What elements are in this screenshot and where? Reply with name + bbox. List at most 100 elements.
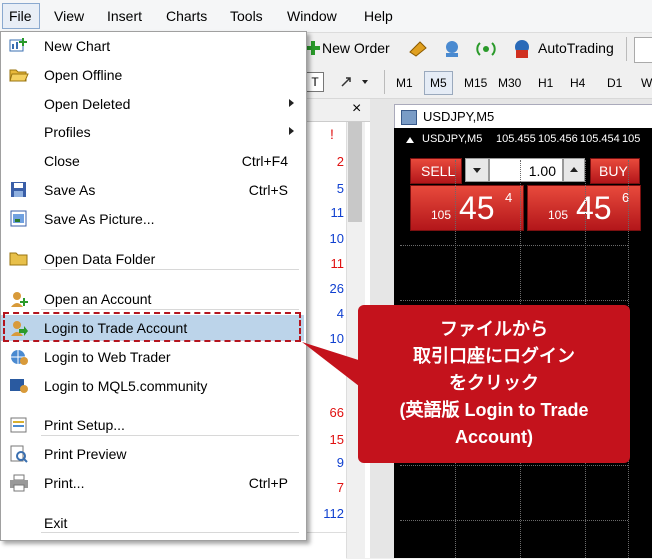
collapse-icon[interactable] — [406, 137, 414, 143]
menu-separator — [41, 435, 299, 436]
chart-window-icon — [401, 110, 417, 125]
menu-item-save-as-picture[interactable]: Save As Picture... — [1, 206, 304, 232]
arrow-up-icon — [570, 167, 578, 172]
toolbar-combo[interactable] — [634, 37, 652, 63]
grid-line — [400, 465, 628, 466]
objects-dropdown-icon[interactable] — [340, 74, 370, 90]
folder-open-icon — [9, 66, 29, 84]
menu-item-label: Save As Picture... — [44, 211, 155, 227]
sell-label: SELL — [421, 163, 456, 179]
menu-item-profiles[interactable]: Profiles — [1, 119, 304, 145]
menu-item-close[interactable]: Close Ctrl+F4 — [1, 148, 304, 174]
menu-help[interactable]: Help — [364, 8, 393, 24]
menu-item-open-deleted[interactable]: Open Deleted — [1, 91, 304, 117]
menu-file[interactable]: File — [2, 3, 40, 29]
menu-item-label: Print Preview — [44, 446, 127, 462]
market-watch-header: × — [300, 99, 370, 122]
sell-price-panel[interactable]: 105 45 4 — [410, 185, 524, 231]
new-order-icon — [306, 41, 320, 55]
one-click-panel: USDJPY,M5 105.455 105.456 105.454 105 — [400, 131, 652, 158]
timeframe-m15[interactable]: M15 — [464, 76, 487, 90]
menu-item-open-offline[interactable]: Open Offline — [1, 62, 304, 88]
toolbar-divider — [626, 37, 627, 61]
menu-file-label: File — [9, 8, 32, 24]
new-order-button[interactable]: New Order — [322, 40, 390, 56]
print-setup-icon — [9, 416, 29, 434]
menu-view[interactable]: View — [54, 8, 84, 24]
timeframe-h4[interactable]: H4 — [570, 76, 585, 90]
buy-button[interactable]: BUY — [590, 158, 640, 184]
menu-item-label: Profiles — [44, 124, 91, 140]
timeframe-m30[interactable]: M30 — [498, 76, 521, 90]
buy-price-panel[interactable]: 105 45 6 — [527, 185, 641, 231]
market-watch-close-icon[interactable]: × — [352, 100, 361, 118]
menu-item-login-mql5[interactable]: Login to MQL5.community — [1, 373, 304, 399]
timeframe-w1[interactable]: W — [641, 76, 652, 90]
user-add-icon — [9, 290, 29, 308]
callout-line-1: ファイルから — [440, 319, 548, 339]
toolbar-standard: New Order AutoTrading — [300, 33, 652, 65]
menu-item-label: Print... — [44, 475, 85, 491]
text-tool-icon[interactable]: T — [306, 72, 324, 92]
arrow-down-icon — [473, 168, 481, 173]
chart-window-titlebar[interactable]: USDJPY,M5 — [394, 104, 652, 129]
toolbar-divider — [384, 70, 385, 94]
menu-item-shortcut: Ctrl+P — [248, 475, 288, 491]
grid-line — [400, 245, 628, 246]
chart-price-4: 105 — [622, 133, 641, 145]
menu-item-new-chart[interactable]: New Chart — [1, 33, 304, 59]
timeframe-m5[interactable]: M5 — [424, 71, 453, 95]
menu-item-save-as[interactable]: Save As Ctrl+S — [1, 177, 304, 203]
menu-item-shortcut: Ctrl+S — [248, 182, 288, 198]
highlight-annotation-box — [3, 312, 301, 342]
callout-line-5: Account) — [455, 427, 533, 447]
chart-price-3: 105.454 — [580, 133, 620, 145]
autotrading-icon[interactable] — [512, 39, 532, 59]
grid-line — [400, 520, 628, 521]
menu-window[interactable]: Window — [287, 8, 337, 24]
lot-increase-button[interactable] — [563, 158, 585, 182]
timeframe-h1[interactable]: H1 — [538, 76, 553, 90]
sell-price-prefix: 105 — [431, 208, 452, 222]
menu-item-login-web-trader[interactable]: Login to Web Trader — [1, 344, 304, 370]
buy-price-prefix: 105 — [548, 208, 569, 222]
callout-line-2: 取引口座にログイン — [413, 346, 575, 366]
metaeditor-icon[interactable] — [408, 40, 428, 58]
autotrading-button[interactable]: AutoTrading — [538, 40, 614, 56]
timeframe-m1[interactable]: M1 — [396, 76, 413, 90]
timeframe-d1[interactable]: D1 — [607, 76, 622, 90]
callout-text: ファイルから 取引口座にログイン をクリック (英語版 Login to Tra… — [358, 316, 630, 451]
chart-window-title: USDJPY,M5 — [423, 109, 495, 124]
menu-separator — [41, 269, 299, 270]
sell-price-big: 45 — [459, 190, 495, 226]
callout-line-4: (英語版 Login to Trade — [399, 400, 589, 420]
chart-price-1: 105.455 — [496, 133, 536, 145]
menu-item-label: Open Offline — [44, 67, 123, 83]
navigator-icon[interactable] — [442, 39, 462, 59]
menu-item-label: Print Setup... — [44, 417, 125, 433]
printer-icon — [9, 474, 29, 492]
menu-item-label: Login to Web Trader — [44, 349, 171, 365]
lot-input[interactable]: 1.00 — [489, 158, 563, 182]
menu-item-print[interactable]: Print... Ctrl+P — [1, 470, 304, 496]
menu-tools[interactable]: Tools — [230, 8, 263, 24]
menu-item-label: Open an Account — [44, 291, 152, 307]
menu-bar: File View Insert Charts Tools Window Hel… — [0, 0, 652, 33]
menu-item-label: New Chart — [44, 38, 111, 54]
lot-decrease-button[interactable] — [465, 158, 489, 182]
menu-item-label: Open Deleted — [44, 96, 131, 112]
web-trader-icon — [9, 348, 29, 366]
buy-price-big: 45 — [576, 190, 612, 226]
menu-insert[interactable]: Insert — [107, 8, 142, 24]
new-chart-icon — [9, 37, 29, 55]
menu-item-label: Save As — [44, 182, 96, 198]
signals-icon[interactable] — [476, 39, 496, 59]
market-watch-column-header: ! — [330, 126, 334, 142]
menu-item-print-preview[interactable]: Print Preview — [1, 441, 304, 467]
market-watch-scroll-thumb[interactable] — [348, 122, 362, 222]
menu-charts[interactable]: Charts — [166, 8, 207, 24]
chart-symbol-label: USDJPY,M5 — [422, 133, 483, 145]
menu-separator — [41, 532, 299, 533]
save-icon — [9, 181, 29, 199]
menu-item-label: Open Data Folder — [44, 251, 156, 267]
